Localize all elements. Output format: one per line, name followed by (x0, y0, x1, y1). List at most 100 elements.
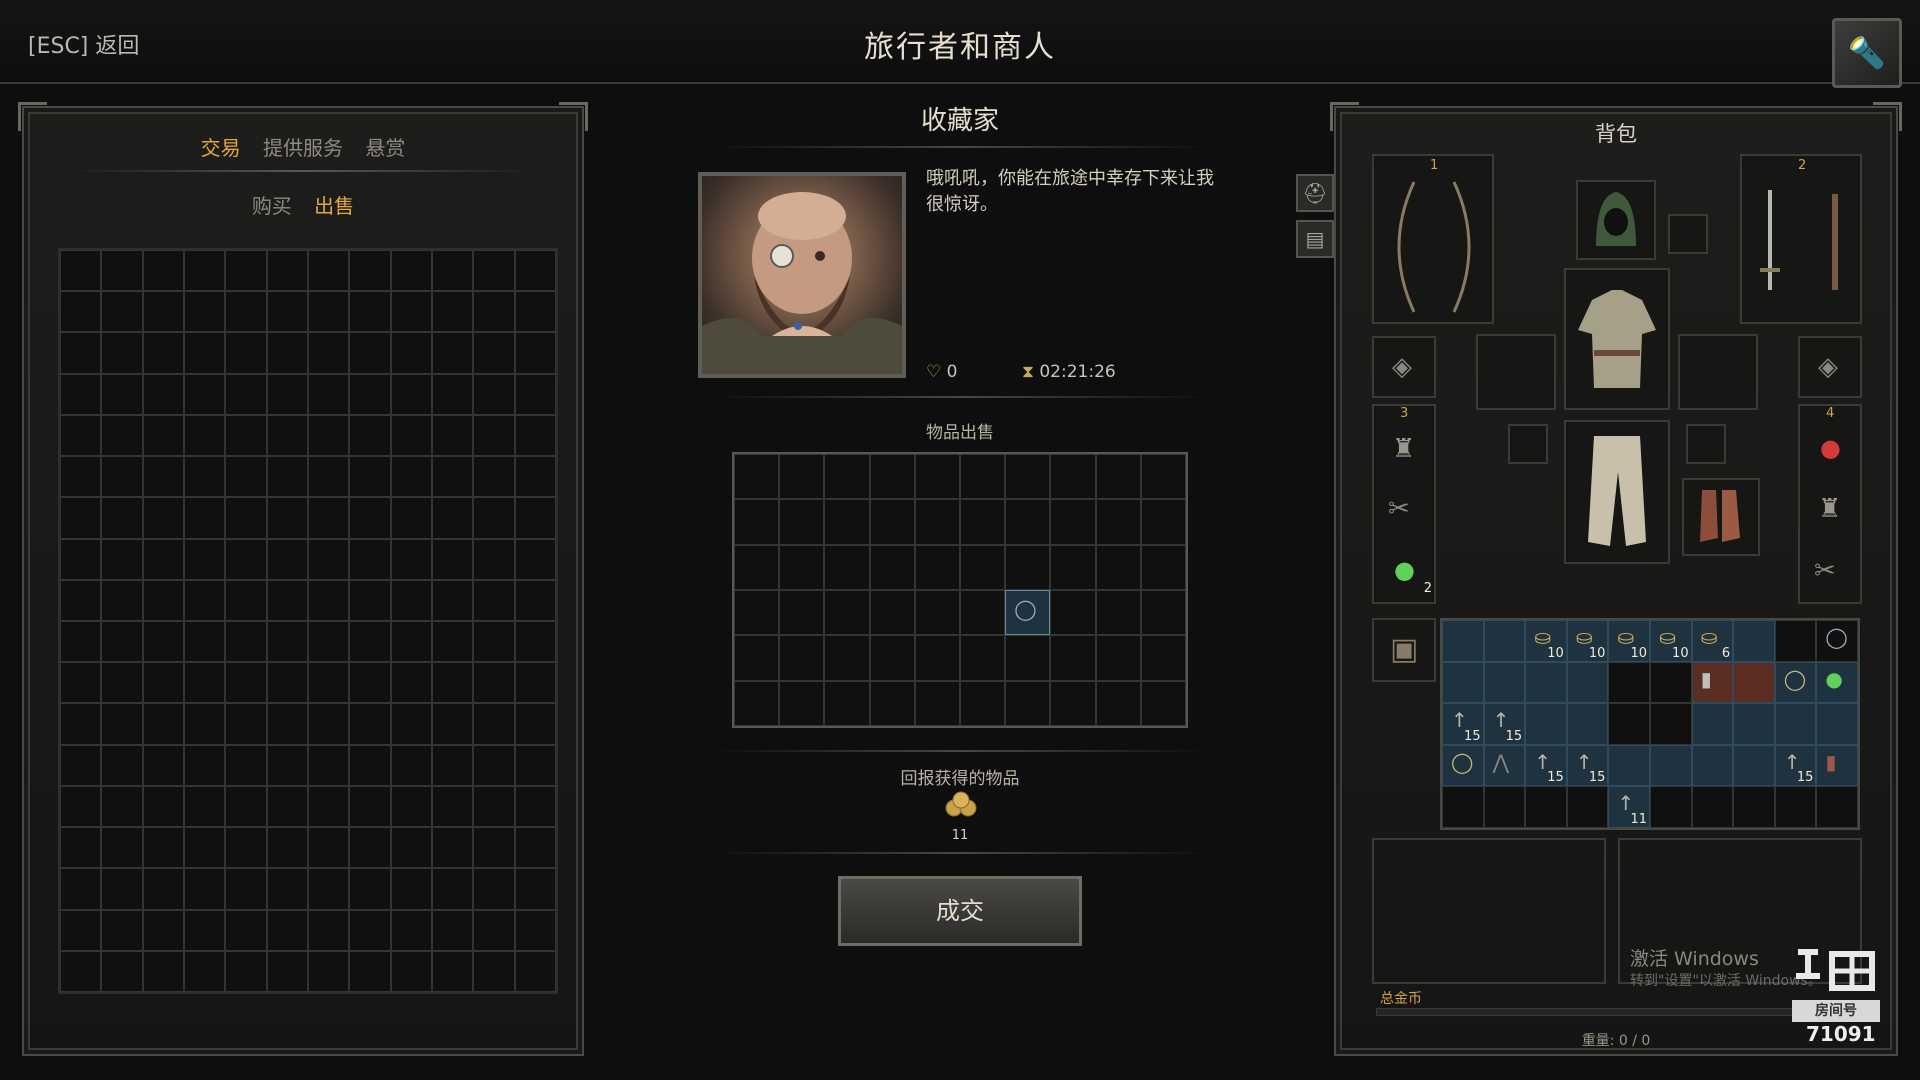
grid-cell[interactable] (307, 250, 350, 292)
grid-cell[interactable]: ↑ 15 (1525, 744, 1567, 787)
grid-cell[interactable] (431, 868, 474, 910)
grid-cell[interactable] (1005, 454, 1051, 500)
grid-cell[interactable] (431, 497, 474, 539)
grid-cell[interactable] (349, 620, 391, 663)
grid-cell[interactable] (142, 662, 184, 704)
grid-cell[interactable] (349, 662, 391, 704)
grid-cell[interactable] (779, 680, 825, 726)
grid-cell[interactable]: ⛀ 10 (1649, 620, 1692, 662)
weapon-slot-1[interactable]: 1 (1372, 154, 1494, 324)
grid-cell[interactable] (142, 497, 184, 539)
grid-cell[interactable] (1095, 635, 1141, 681)
grid-cell[interactable] (349, 868, 391, 910)
boots-slot[interactable] (1682, 478, 1760, 556)
grid-cell[interactable] (1005, 544, 1051, 590)
ring-slot-2[interactable] (1686, 424, 1726, 464)
grid-cell[interactable] (734, 680, 780, 726)
grid-cell[interactable] (473, 950, 515, 992)
grid-cell[interactable] (473, 703, 515, 745)
sell-grid[interactable]: ◯ (732, 452, 1188, 728)
grid-cell[interactable] (1733, 786, 1775, 828)
grid-cell[interactable] (266, 373, 308, 415)
grid-cell[interactable] (431, 414, 474, 457)
grid-cell[interactable] (473, 414, 515, 457)
grid-cell[interactable] (390, 456, 432, 498)
grid-cell[interactable] (473, 868, 515, 910)
grid-cell[interactable] (307, 827, 350, 869)
grid-cell[interactable] (1005, 499, 1051, 545)
grid-cell[interactable] (307, 868, 350, 910)
grid-cell[interactable] (101, 538, 143, 580)
grid-cell[interactable] (514, 332, 556, 374)
grid-cell[interactable] (1050, 635, 1096, 681)
grid-cell[interactable] (101, 291, 143, 333)
grid-cell[interactable] (869, 680, 915, 726)
grid-cell[interactable] (431, 538, 474, 580)
grid-cell[interactable] (349, 538, 391, 580)
grid-cell[interactable] (960, 635, 1006, 681)
grid-cell[interactable]: ◯ (1774, 661, 1817, 704)
grid-cell[interactable] (473, 250, 515, 292)
grid-cell[interactable] (824, 680, 870, 726)
grid-cell[interactable] (431, 662, 474, 704)
grid-cell[interactable] (431, 332, 474, 374)
grid-cell[interactable] (183, 579, 226, 621)
grid-cell[interactable] (183, 250, 226, 292)
grid-cell[interactable] (390, 250, 432, 292)
grid-cell[interactable] (349, 456, 391, 498)
grid-cell[interactable] (266, 332, 308, 374)
grid-cell[interactable] (101, 250, 143, 292)
grid-cell[interactable] (349, 373, 391, 415)
grid-cell[interactable] (266, 827, 308, 869)
grid-cell[interactable] (349, 250, 391, 292)
grid-cell[interactable] (514, 373, 556, 415)
grid-cell[interactable] (431, 373, 474, 415)
grid-cell[interactable] (1140, 544, 1186, 590)
grid-cell[interactable] (390, 579, 432, 621)
grid-cell[interactable] (1566, 703, 1609, 745)
grid-cell[interactable] (390, 868, 432, 910)
deal-button[interactable]: 成交 (838, 876, 1082, 946)
grid-cell[interactable] (183, 868, 226, 910)
grid-cell[interactable] (960, 499, 1006, 545)
grid-cell[interactable] (431, 620, 474, 663)
grid-cell[interactable] (101, 332, 143, 374)
helmet-slot[interactable] (1576, 180, 1656, 260)
grid-cell[interactable] (183, 662, 226, 704)
grid-cell[interactable] (266, 785, 308, 828)
grid-cell[interactable] (349, 909, 391, 951)
grid-cell[interactable] (514, 868, 556, 910)
grid-cell[interactable] (225, 703, 267, 745)
grid-cell[interactable] (1525, 661, 1567, 704)
stash-tab-button[interactable]: ▤ (1296, 220, 1334, 258)
grid-cell[interactable] (225, 744, 267, 786)
tab-sell[interactable]: 出售 (314, 194, 354, 218)
grid-cell[interactable] (60, 662, 102, 704)
grid-cell[interactable] (1095, 454, 1141, 500)
belt-slot-left[interactable]: ◈ (1372, 336, 1436, 398)
grid-cell[interactable] (60, 950, 102, 992)
grid-cell[interactable] (307, 579, 350, 621)
grid-cell[interactable] (60, 827, 102, 869)
grid-cell[interactable] (60, 456, 102, 498)
grid-cell[interactable] (142, 827, 184, 869)
grid-cell[interactable] (514, 785, 556, 828)
grid-cell[interactable] (914, 635, 960, 681)
grid-cell[interactable] (349, 827, 391, 869)
grid-cell[interactable] (1140, 454, 1186, 500)
grid-cell[interactable] (101, 703, 143, 745)
grid-cell[interactable] (60, 703, 102, 745)
grid-cell[interactable] (1140, 589, 1186, 636)
legs-slot[interactable] (1564, 420, 1670, 564)
grid-cell[interactable] (514, 950, 556, 992)
grid-cell[interactable] (183, 620, 226, 663)
grid-cell[interactable] (307, 332, 350, 374)
grid-cell[interactable] (183, 950, 226, 992)
quick-slots-right[interactable]: 4 ● ♜ ✂ (1798, 404, 1862, 604)
grid-cell[interactable] (307, 744, 350, 786)
grid-cell[interactable] (142, 744, 184, 786)
grid-cell[interactable] (473, 744, 515, 786)
grid-cell[interactable] (266, 662, 308, 704)
grid-cell[interactable] (225, 291, 267, 333)
chest-armor-slot[interactable] (1564, 268, 1670, 410)
